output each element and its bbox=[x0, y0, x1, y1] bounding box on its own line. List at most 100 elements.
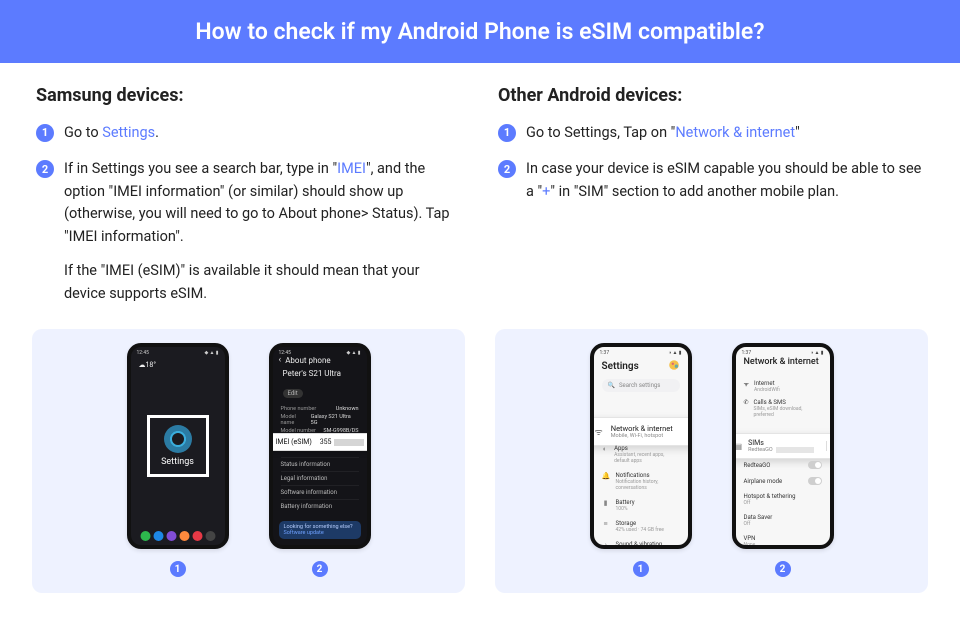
screenshot-index-icon: 1 bbox=[170, 561, 186, 577]
status-bar: 1:37◑ ▲ ▮ bbox=[600, 350, 682, 356]
phone-icon: ✆ bbox=[744, 399, 749, 418]
masked-value bbox=[334, 439, 364, 446]
screenshot-index-icon: 2 bbox=[312, 561, 328, 577]
label: Model name bbox=[281, 414, 311, 426]
search-icon: 🔍 bbox=[608, 382, 615, 389]
samsung-phone-2: 12:45◆ ▲ ▮ ‹ About phone Peter's S21 Ult… bbox=[269, 343, 371, 577]
imei-link[interactable]: IMEI bbox=[337, 160, 366, 177]
row-title: Calls & SMS bbox=[754, 399, 822, 406]
other-step-1: 1 Go to Settings, Tap on "Network & inte… bbox=[498, 122, 924, 144]
edit-pill: Edit bbox=[283, 389, 303, 398]
samsung-column: Samsung devices: 1 Go to Settings. 2 If … bbox=[36, 85, 462, 319]
status-bar: 1:37◑ ▲ ▮ bbox=[742, 350, 824, 356]
sim-icon: ▤ bbox=[735, 442, 743, 451]
list-item: Hotspot & tetheringOff bbox=[744, 489, 822, 510]
step-body: Go to Settings, Tap on "Network & intern… bbox=[526, 122, 924, 144]
back-icon: ‹ bbox=[279, 355, 282, 365]
samsung-title: Samsung devices: bbox=[36, 85, 462, 106]
avatar-icon bbox=[668, 359, 680, 371]
list-item: Battery information bbox=[281, 499, 359, 513]
plus-icon: + bbox=[826, 441, 833, 451]
gear-icon bbox=[164, 425, 192, 453]
page-header: How to check if my Android Phone is eSIM… bbox=[0, 0, 960, 63]
other-phone-2: 1:37◑ ▲ ▮ Network & internet ᯤInternetAn… bbox=[732, 343, 834, 577]
screenshot-index-icon: 2 bbox=[775, 561, 791, 577]
list-item: Airplane mode bbox=[744, 473, 822, 489]
status-bar: 12:45◆ ▲ ▮ bbox=[137, 350, 219, 356]
wifi-icon: ᯤ bbox=[595, 425, 603, 438]
row-sub: SIMs, eSIM download, preferred bbox=[754, 406, 822, 418]
settings-highlight: Settings bbox=[147, 415, 209, 477]
content-columns: Samsung devices: 1 Go to Settings. 2 If … bbox=[0, 63, 960, 319]
info-list: Status information Legal information Sof… bbox=[281, 457, 359, 513]
step-body: In case your device is eSIM capable you … bbox=[526, 158, 924, 203]
phone-mock: 1:37◑ ▲ ▮ Settings 🔍Search settings ᯤ Ne… bbox=[590, 343, 692, 549]
software-cta: Looking for something else? Software upd… bbox=[279, 521, 361, 539]
other-screenshots-panel: 1:37◑ ▲ ▮ Settings 🔍Search settings ᯤ Ne… bbox=[495, 329, 928, 593]
list-item: ≡Storage42% used · 74 GB free bbox=[602, 516, 680, 537]
settings-label: Settings bbox=[161, 457, 194, 467]
settings-link[interactable]: Settings bbox=[102, 124, 155, 141]
list-item: RedteaGO bbox=[744, 457, 822, 473]
weather-widget: ☁18° bbox=[139, 361, 156, 369]
search-settings: 🔍Search settings bbox=[602, 379, 680, 392]
network-internet-link[interactable]: Network & internet bbox=[675, 124, 795, 141]
imei-highlight: IMEI (eSIM) 355 bbox=[269, 433, 371, 451]
samsung-screenshots-panel: 12:45◆ ▲ ▮ ☁18° Settings 1 12:45◆ ▲ ▮ bbox=[32, 329, 465, 593]
value: Unknown bbox=[336, 406, 359, 412]
network-list: RedteaGO Airplane mode Hotspot & tetheri… bbox=[744, 457, 822, 549]
step-number-icon: 1 bbox=[498, 124, 516, 142]
sims-sub: RedteaGO bbox=[748, 447, 773, 453]
bell-icon: 🔔 bbox=[602, 472, 610, 480]
label: Phone number bbox=[281, 406, 317, 412]
sims-title: SIMs bbox=[748, 439, 820, 447]
samsung-step-2: 2 If in Settings you see a search bar, t… bbox=[36, 158, 462, 305]
text: If in Settings you see a search bar, typ… bbox=[64, 160, 337, 177]
phone-mock: 12:45◆ ▲ ▮ ‹ About phone Peter's S21 Ult… bbox=[269, 343, 371, 549]
toggle-icon bbox=[808, 477, 822, 485]
value: Galaxy S21 Ultra 5G bbox=[311, 414, 359, 426]
step-body: Go to Settings. bbox=[64, 122, 462, 144]
sound-icon: ♪ bbox=[602, 541, 610, 549]
samsung-phone-1: 12:45◆ ▲ ▮ ☁18° Settings 1 bbox=[127, 343, 229, 577]
samsung-step-1: 1 Go to Settings. bbox=[36, 122, 462, 144]
storage-icon: ≡ bbox=[602, 520, 610, 528]
text: " bbox=[795, 124, 800, 141]
text: " in "SIM" section to add another mobile… bbox=[550, 183, 839, 200]
about-title: About phone bbox=[285, 356, 330, 365]
other-column: Other Android devices: 1 Go to Settings,… bbox=[498, 85, 924, 319]
cta-link: Software update bbox=[284, 530, 356, 536]
other-title: Other Android devices: bbox=[498, 85, 924, 106]
step-number-icon: 1 bbox=[36, 124, 54, 142]
text: If the "IMEI (eSIM)" is available it sho… bbox=[64, 260, 462, 305]
settings-list: ◐AppsAssistant, recent apps, default app… bbox=[602, 441, 680, 549]
step-number-icon: 2 bbox=[498, 160, 516, 178]
battery-icon: ▮ bbox=[602, 499, 610, 507]
list-item: ◐AppsAssistant, recent apps, default app… bbox=[602, 441, 680, 468]
other-phone-1: 1:37◑ ▲ ▮ Settings 🔍Search settings ᯤ Ne… bbox=[590, 343, 692, 577]
step-number-icon: 2 bbox=[36, 160, 54, 178]
list-item: 🔔NotificationsNotification history, conv… bbox=[602, 468, 680, 495]
other-step-2: 2 In case your device is eSIM capable yo… bbox=[498, 158, 924, 203]
row-sub: AndroidWifi bbox=[754, 387, 780, 393]
screenshot-row: 12:45◆ ▲ ▮ ☁18° Settings 1 12:45◆ ▲ ▮ bbox=[0, 319, 960, 593]
list-item: ▮Battery100% bbox=[602, 495, 680, 516]
imei-prefix: 355 bbox=[320, 438, 332, 446]
list-item: Legal information bbox=[281, 471, 359, 485]
device-name: Peter's S21 Ultra bbox=[283, 369, 367, 378]
sims-highlight: ▤ SIMsRedteaGO + bbox=[732, 433, 834, 459]
screenshot-index-icon: 1 bbox=[633, 561, 649, 577]
text: . bbox=[155, 124, 159, 141]
imei-label: IMEI (eSIM) bbox=[276, 438, 312, 446]
wifi-icon: ᯤ bbox=[744, 380, 749, 393]
step-body: If in Settings you see a search bar, typ… bbox=[64, 158, 462, 305]
network-title: Network & internet bbox=[744, 357, 819, 367]
list-item: VPNNone bbox=[744, 531, 822, 549]
net-title: Network & internet bbox=[611, 424, 673, 433]
net-sub: Mobile, Wi-Fi, hotspot bbox=[611, 433, 673, 439]
toggle-icon bbox=[808, 461, 822, 469]
phone-mock: 12:45◆ ▲ ▮ ☁18° Settings bbox=[127, 343, 229, 549]
about-header: ‹ About phone bbox=[279, 355, 361, 365]
list-item: Data SaverOff bbox=[744, 510, 822, 531]
apps-icon: ◐ bbox=[602, 445, 609, 453]
